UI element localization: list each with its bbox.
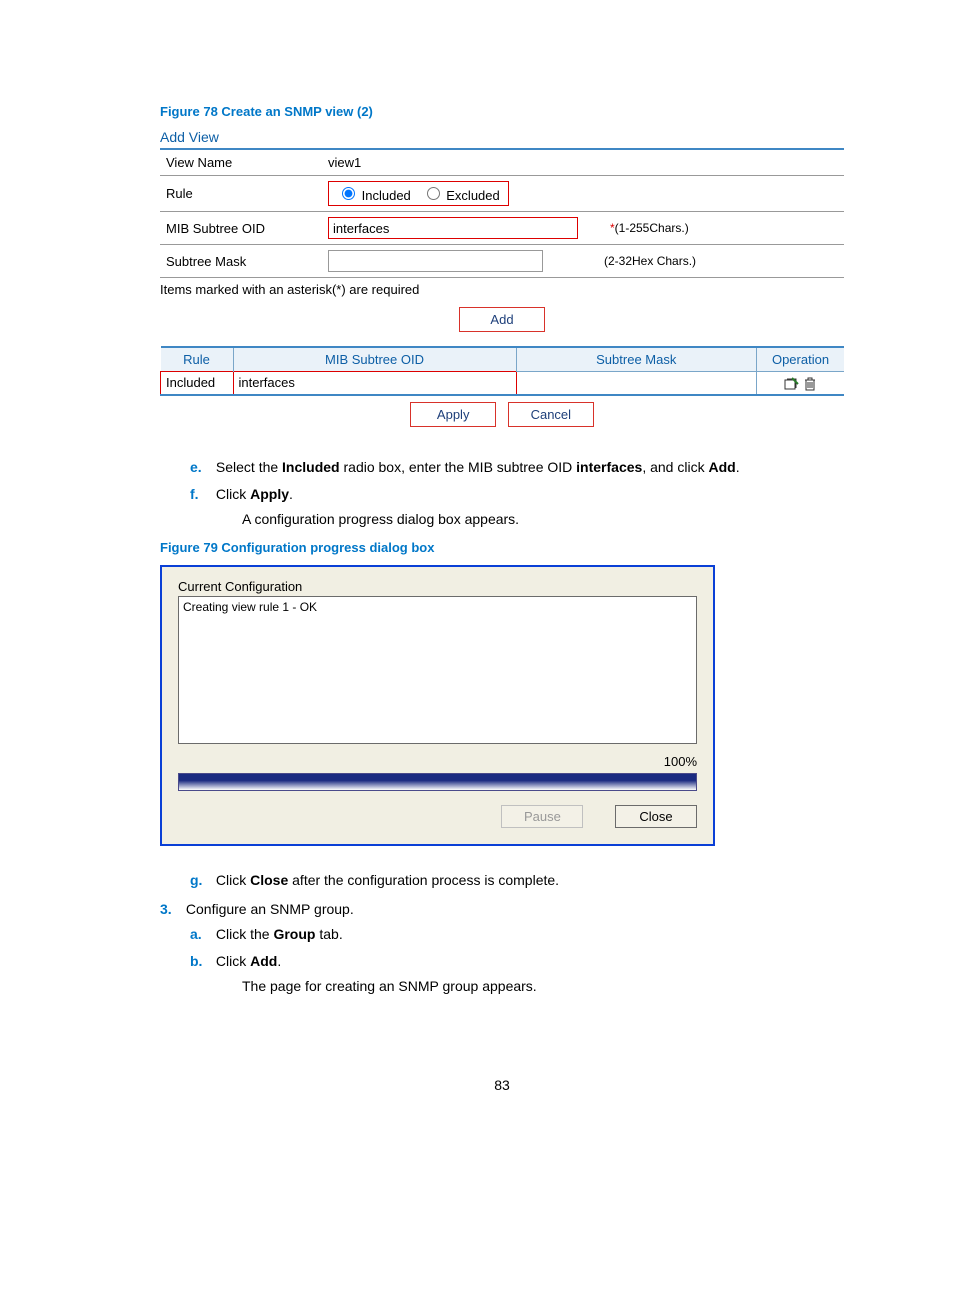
progress-log: Creating view rule 1 - OK — [178, 596, 697, 744]
figure-79-caption: Figure 79 Configuration progress dialog … — [160, 540, 844, 555]
view-name-label: View Name — [160, 149, 322, 176]
table-row: Included interfaces — [161, 372, 845, 395]
a-marker: a. — [190, 924, 212, 945]
instruction-f: f. Click Apply. — [190, 484, 844, 505]
progress-dialog-title: Current Configuration — [178, 579, 697, 594]
required-note: Items marked with an asterisk(*) are req… — [160, 278, 844, 307]
rule-label: Rule — [160, 176, 322, 212]
progress-log-line: Creating view rule 1 - OK — [183, 600, 692, 614]
rules-table-header-rule: Rule — [161, 347, 234, 372]
instruction-g: g. Click Close after the configuration p… — [190, 870, 844, 891]
progress-bar — [178, 773, 697, 791]
progress-dialog: Current Configuration Creating view rule… — [160, 565, 715, 846]
instruction-b-sub: The page for creating an SNMP group appe… — [242, 976, 844, 997]
mask-cell — [516, 372, 757, 395]
step-3-marker: 3. — [160, 899, 182, 920]
close-button[interactable]: Close — [615, 805, 697, 828]
f-marker: f. — [190, 484, 212, 505]
excluded-radio[interactable] — [427, 187, 440, 200]
add-view-heading: Add View — [160, 129, 844, 145]
delete-icon[interactable] — [803, 377, 817, 391]
rules-table-header-mask: Subtree Mask — [516, 347, 757, 372]
add-view-form-table: View Name view1 Rule Included Excluded — [160, 148, 844, 278]
view-name-value: view1 — [322, 149, 844, 176]
g-marker: g. — [190, 870, 212, 891]
subtree-mask-label: Subtree Mask — [160, 245, 322, 278]
included-radio-text: Included — [362, 188, 411, 203]
mib-hint: (1-255Chars.) — [615, 221, 689, 235]
add-button[interactable]: Add — [459, 307, 545, 332]
e-marker: e. — [190, 457, 212, 478]
cancel-button[interactable]: Cancel — [508, 402, 594, 427]
rule-cell: Included — [161, 372, 234, 395]
mib-subtree-oid-input[interactable] — [328, 217, 578, 239]
excluded-radio-label[interactable]: Excluded — [422, 188, 500, 203]
pause-button: Pause — [501, 805, 583, 828]
instruction-e: e. Select the Included radio box, enter … — [190, 457, 844, 478]
excluded-radio-text: Excluded — [446, 188, 499, 203]
page-number: 83 — [160, 1077, 844, 1093]
mib-cell: interfaces — [233, 372, 516, 395]
included-radio-label[interactable]: Included — [337, 188, 414, 203]
mask-hint: (2-32Hex Chars.) — [604, 254, 696, 268]
instruction-f-sub: A configuration progress dialog box appe… — [242, 509, 844, 530]
figure-78-caption: Figure 78 Create an SNMP view (2) — [160, 104, 844, 119]
included-radio[interactable] — [342, 187, 355, 200]
instruction-a: a. Click the Group tab. — [190, 924, 844, 945]
instruction-b: b. Click Add. — [190, 951, 844, 972]
subtree-mask-input[interactable] — [328, 250, 543, 272]
edit-icon[interactable] — [784, 377, 800, 391]
mib-subtree-oid-label: MIB Subtree OID — [160, 212, 322, 245]
apply-button[interactable]: Apply — [410, 402, 496, 427]
progress-percent: 100% — [178, 754, 697, 769]
rules-table-header-op: Operation — [757, 347, 845, 372]
rules-table-header-mib: MIB Subtree OID — [233, 347, 516, 372]
b-marker: b. — [190, 951, 212, 972]
rules-table: Rule MIB Subtree OID Subtree Mask Operat… — [160, 346, 844, 396]
step-3: 3. Configure an SNMP group. — [160, 899, 844, 920]
